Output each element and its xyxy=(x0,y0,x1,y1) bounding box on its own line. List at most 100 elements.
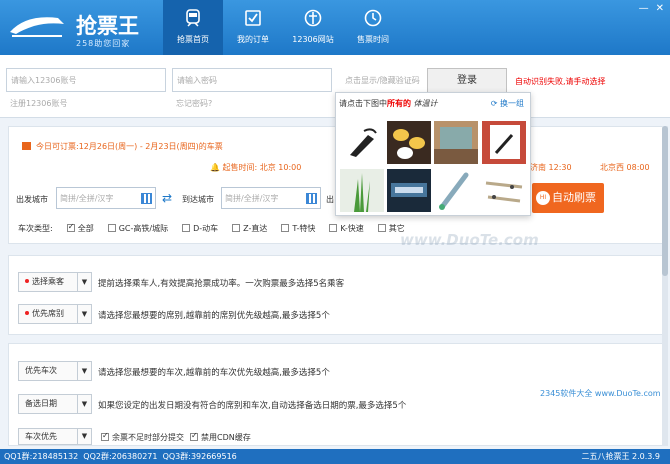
priority-train-dropdown[interactable]: 优先车次 ▼ xyxy=(18,361,92,381)
login-button[interactable]: 登录 xyxy=(427,68,507,93)
captcha-image-5[interactable] xyxy=(340,169,384,212)
status-bar: QQ1群:218485132 QQ2群:206380271 QQ3群:39266… xyxy=(0,449,670,464)
checkbox[interactable] xyxy=(329,224,338,232)
forgot-password-link[interactable]: 忘记密码? xyxy=(176,98,212,109)
tab-sale-time[interactable]: 售票时间 xyxy=(343,0,403,55)
city-picker-icon[interactable] xyxy=(141,193,152,204)
checkbox[interactable] xyxy=(190,431,198,441)
auto-refresh-button[interactable]: HI 自动刷票 xyxy=(532,183,604,213)
tab-home-label: 抢票首页 xyxy=(177,35,209,44)
to-city-label: 到达城市 xyxy=(182,195,214,204)
date-label: 出 xyxy=(326,195,334,204)
minimize-button[interactable]: — xyxy=(639,3,649,14)
to-city-input[interactable]: 简拼/全拼/汉字 xyxy=(221,187,321,209)
captcha-image-7[interactable] xyxy=(434,169,478,212)
today-suffix: 的车票 xyxy=(198,142,223,151)
tab-12306[interactable]: 12306网站 xyxy=(283,0,343,55)
passenger-description: 提前选择乘车人,有效提高抢票成功率。一次购票最多选择5名乘客 xyxy=(98,279,345,289)
watermark: www.DuoTe.com xyxy=(400,231,539,249)
city-picker-icon[interactable] xyxy=(306,193,317,204)
type-gc-label: GC-高铁/城际 xyxy=(118,224,169,233)
captcha-toggle[interactable]: 点击显示/隐藏验证码 xyxy=(345,75,420,86)
auto-recognize-fail-text: 自动识别失败,请手动选择 xyxy=(515,77,606,86)
train-type-filter: 车次类型: 全部 GC-高铁/城际 D-动车 Z-直达 T-特快 K-快速 其它 xyxy=(18,222,405,234)
checkbox[interactable] xyxy=(107,224,116,232)
today-bookable: 今日可订票:12月26日(周一) - 2月23日(周四)的车票 xyxy=(22,141,223,152)
checkbox[interactable] xyxy=(281,224,290,232)
refresh-icon: ⟳ xyxy=(490,99,500,108)
today-range: 12月26日(周一) - 2月23日(周四) xyxy=(78,142,199,151)
scrollbar[interactable] xyxy=(662,126,668,446)
close-button[interactable]: ✕ xyxy=(656,3,664,14)
select-passenger-dropdown[interactable]: 选择乘客 ▼ xyxy=(18,272,92,292)
captcha-image-8[interactable] xyxy=(482,169,526,212)
from-city-input[interactable]: 简拼/全拼/汉字 xyxy=(56,187,156,209)
checkbox[interactable] xyxy=(232,224,241,232)
auto-refresh-label: 自动刷票 xyxy=(552,191,596,204)
captcha-image-6[interactable] xyxy=(387,169,431,212)
captcha-image-1[interactable] xyxy=(340,121,384,164)
captcha-image-4[interactable] xyxy=(482,121,526,164)
type-t[interactable]: T-特快 xyxy=(281,223,315,234)
qq-group-2: QQ2群:206380271 xyxy=(83,452,158,461)
train-logo-icon xyxy=(10,17,64,37)
type-all[interactable]: 全部 xyxy=(66,222,94,234)
swap-icon[interactable]: ⇄ xyxy=(162,191,172,205)
username-input[interactable]: 请输入12306账号 xyxy=(6,68,166,92)
tab-sale-time-label: 售票时间 xyxy=(357,35,389,44)
chevron-down-icon: ▼ xyxy=(77,273,91,291)
qq-group-1: QQ1群:218485132 xyxy=(4,452,79,461)
app-logo: 抢票王 258助您回家 xyxy=(8,6,168,50)
type-d-label: D-动车 xyxy=(193,224,219,233)
chevron-down-icon: ▼ xyxy=(77,395,91,413)
checkbox[interactable] xyxy=(66,222,75,232)
captcha-image-3[interactable] xyxy=(434,121,478,164)
checkbox[interactable] xyxy=(101,431,109,441)
register-link[interactable]: 注册12306账号 xyxy=(10,98,67,109)
partial-submit-label: 余票不足时部分提交 xyxy=(112,433,184,442)
type-z-label: Z-直达 xyxy=(243,224,268,233)
train-description: 请选择您最想要的车次,越靠前的车次优先级越高,最多选择5个 xyxy=(98,368,330,378)
auto-refresh-icon: HI xyxy=(536,191,550,205)
priority-seat-dropdown[interactable]: 优先席别 ▼ xyxy=(18,304,92,324)
train-icon xyxy=(186,9,200,27)
megaphone-icon xyxy=(22,142,31,150)
disable-cdn-option[interactable]: 禁用CDN缓存 xyxy=(190,431,251,443)
required-dot-icon xyxy=(25,279,29,283)
tab-orders[interactable]: 我的订单 xyxy=(223,0,283,55)
scrollbar-thumb[interactable] xyxy=(662,126,668,276)
checklist-icon xyxy=(245,10,261,26)
captcha-prompt: 请点击下图中所有的 体温计 xyxy=(339,98,438,109)
captcha-popup: 请点击下图中所有的 体温计 ⟳ 换一组 xyxy=(335,92,531,216)
priority-seat-label: 优先席别 xyxy=(32,309,64,318)
train-type-label: 车次类型: xyxy=(18,224,53,233)
checkbox[interactable] xyxy=(377,224,386,232)
from-city-placeholder: 简拼/全拼/汉字 xyxy=(60,194,114,203)
station-time-2: 北京西 08:00 xyxy=(600,163,650,172)
date-description: 如果您设定的出发日期没有符合的席别和车次,自动选择备选日期的票,最多选择5个 xyxy=(98,401,407,411)
app-slogan: 258助您回家 xyxy=(76,39,131,48)
type-gc[interactable]: GC-高铁/城际 xyxy=(107,223,169,234)
tab-12306-label: 12306网站 xyxy=(292,35,334,44)
version-text: 二五八抢票王 2.0.3.9 xyxy=(581,452,660,461)
train-first-label: 车次优先 xyxy=(25,432,57,441)
password-input[interactable]: 请输入密码 xyxy=(172,68,332,92)
type-t-label: T-特快 xyxy=(292,224,316,233)
backup-date-dropdown[interactable]: 备选日期 ▼ xyxy=(18,394,92,414)
backup-date-label: 备选日期 xyxy=(25,399,57,408)
to-city-placeholder: 简拼/全拼/汉字 xyxy=(225,194,279,203)
type-d[interactable]: D-动车 xyxy=(182,223,218,234)
captcha-prompt-red: 所有的 xyxy=(387,99,411,108)
type-all-label: 全部 xyxy=(77,224,94,233)
passenger-seat-panel xyxy=(8,255,663,335)
type-k[interactable]: K-快速 xyxy=(329,223,364,234)
captcha-refresh-label: 换一组 xyxy=(500,99,524,108)
chevron-down-icon: ▼ xyxy=(77,305,91,323)
partial-submit-option[interactable]: 余票不足时部分提交 xyxy=(101,431,184,443)
tab-home[interactable]: 抢票首页 xyxy=(163,0,223,55)
checkbox[interactable] xyxy=(182,224,191,232)
captcha-refresh[interactable]: ⟳ 换一组 xyxy=(491,98,524,109)
train-first-select[interactable]: 车次优先 ▼ xyxy=(18,428,92,445)
type-z[interactable]: Z-直达 xyxy=(232,223,267,234)
captcha-image-2[interactable] xyxy=(387,121,431,164)
